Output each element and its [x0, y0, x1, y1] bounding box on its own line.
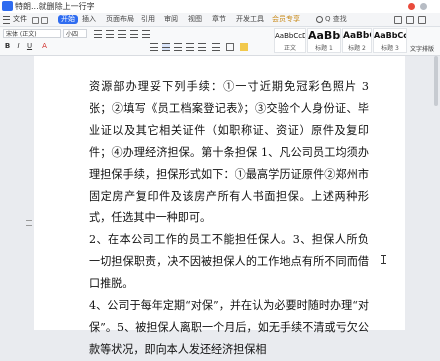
title-bar: 特朗...就删除上一行字 — [0, 0, 440, 14]
tab-insert[interactable]: 插入 — [82, 15, 96, 24]
paragraph-settings-icon[interactable] — [142, 30, 150, 38]
align-right-icon[interactable] — [174, 43, 182, 51]
underline-button[interactable]: U — [25, 42, 34, 51]
more-icon[interactable] — [418, 16, 426, 24]
scrollbar[interactable] — [434, 56, 438, 106]
tab-member[interactable]: 会员专享 — [272, 15, 300, 24]
font-name-select[interactable]: 宋体 (正文) — [3, 29, 61, 38]
text-layout-button[interactable]: 文字排版 — [410, 44, 434, 53]
document-area: 资源部办理妥下列手续：①一寸近期免冠彩色照片 3 张；②填写《员工档案登记表》；… — [0, 56, 440, 356]
record-icon[interactable] — [408, 3, 415, 10]
menu-tab-bar: 文件 开始 插入 页面布局 引用 审阅 视图 章节 开发工具 会员专享 Q 查找 — [0, 13, 440, 27]
style-sample: AaBbCcDd — [275, 32, 305, 40]
border-icon[interactable] — [226, 43, 234, 51]
menu-icon[interactable] — [3, 16, 10, 24]
tab-references[interactable]: 引用 — [141, 15, 155, 24]
style-heading-1[interactable]: AaBb 标题 1 — [307, 28, 341, 53]
tab-developer[interactable]: 开发工具 — [236, 15, 264, 24]
sync-icon[interactable] — [394, 16, 402, 24]
share-icon[interactable] — [406, 16, 414, 24]
tab-chapter[interactable]: 章节 — [212, 15, 226, 24]
document-page[interactable]: 资源部办理妥下列手续：①一寸近期免冠彩色照片 3 张；②填写《员工档案登记表》；… — [34, 56, 405, 356]
style-normal[interactable]: AaBbCcDd 正文 — [274, 28, 306, 53]
style-name: 正文 — [283, 45, 296, 52]
search-icon[interactable] — [316, 16, 323, 23]
style-heading-2[interactable]: AaBbC 标题 2 — [342, 28, 372, 53]
paragraph: 资源部办理妥下列手续：①一寸近期免冠彩色照片 3 张；②填写《员工档案登记表》；… — [89, 80, 369, 225]
document-body[interactable]: 资源部办理妥下列手续：①一寸近期免冠彩色照片 3 张；②填写《员工档案登记表》；… — [89, 76, 369, 361]
line-spacing-icon[interactable] — [212, 43, 220, 51]
style-heading-3[interactable]: AaBbCc 标题 3 — [373, 28, 407, 53]
increase-indent-icon[interactable] — [130, 30, 138, 38]
style-sample: AaBbC — [343, 31, 371, 41]
paragraph: 2、在本公司工作的员工不能担任保人。3、担保人所负一切担保职责，决不因被担保人的… — [89, 233, 369, 291]
numbered-list-icon[interactable] — [106, 30, 114, 38]
tab-page-layout[interactable]: 页面布局 — [106, 15, 134, 24]
ribbon-toolbar: 宋体 (正文) 小四 B I U A AaBbCcDd 正文 AaBb 标题 1… — [0, 27, 440, 56]
tab-view[interactable]: 视图 — [188, 15, 202, 24]
align-left-icon[interactable] — [150, 43, 158, 51]
style-name: 标题 2 — [348, 45, 366, 52]
distributed-align-icon[interactable] — [198, 43, 206, 51]
decrease-indent-icon[interactable] — [118, 30, 126, 38]
style-sample: AaBb — [308, 29, 340, 42]
search-box[interactable]: Q 查找 — [325, 13, 347, 26]
document-title[interactable]: 特朗...就删除上一行字 — [15, 0, 95, 13]
tab-home[interactable]: 开始 — [58, 15, 78, 24]
style-name: 标题 1 — [315, 45, 333, 52]
paragraph: 4、公司于每年定期“对保”，并在认为必要时随时办理“对保”。5、被担保人离职一个… — [89, 299, 369, 356]
italic-button[interactable]: I — [14, 42, 23, 51]
paragraph-marker-icon[interactable] — [26, 220, 32, 226]
user-avatar[interactable] — [420, 3, 427, 10]
bold-button[interactable]: B — [3, 42, 12, 51]
save-icon[interactable] — [32, 17, 39, 24]
font-size-select[interactable]: 小四 — [63, 29, 87, 38]
font-color-button[interactable]: A — [40, 42, 49, 51]
text-cursor-icon — [381, 255, 386, 264]
print-icon[interactable] — [41, 17, 48, 24]
bullet-list-icon[interactable] — [94, 30, 102, 38]
justify-icon[interactable] — [186, 43, 194, 51]
align-center-icon[interactable] — [162, 43, 170, 51]
style-name: 标题 3 — [381, 45, 399, 52]
file-menu[interactable]: 文件 — [13, 13, 27, 26]
style-sample: AaBbCc — [374, 31, 406, 40]
app-icon — [2, 1, 13, 11]
tab-review[interactable]: 审阅 — [164, 15, 178, 24]
shading-icon[interactable] — [240, 43, 248, 51]
